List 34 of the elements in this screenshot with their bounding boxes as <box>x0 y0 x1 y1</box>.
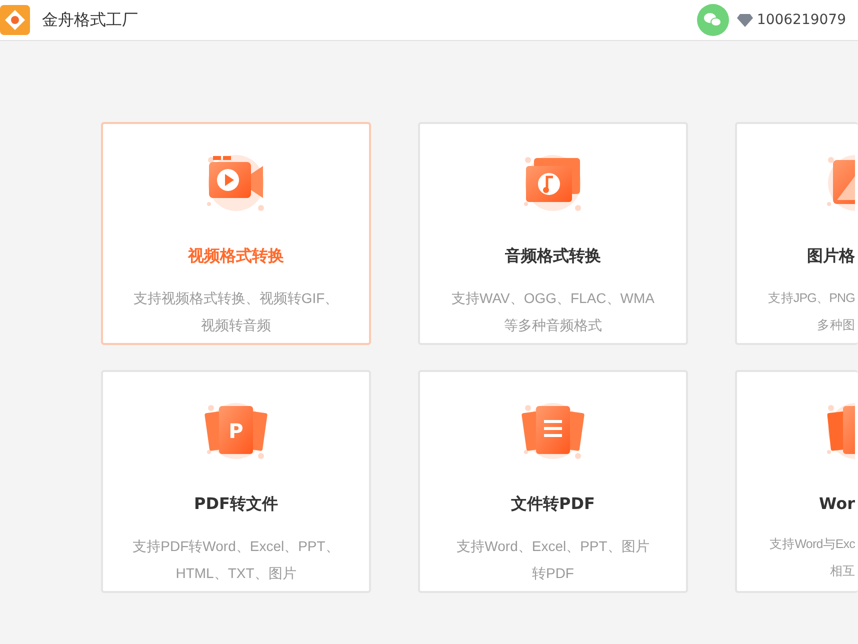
card-title: 文件转PDF <box>511 494 595 515</box>
card-description: 支持PDF转Word、Excel、PPT、 <box>132 537 340 556</box>
video-camera-icon <box>207 155 264 211</box>
feature-card[interactable]: P PDF转文件 支持PDF转Word、Excel、PPT、 HTML、TXT、图片 <box>101 370 371 593</box>
card-title: PDF转文件 <box>194 494 278 515</box>
card-description: 支持视频格式转换、视频转GIF、 <box>133 289 339 308</box>
feature-card[interactable]: 音频格式转换 支持WAV、OGG、FLAC、WMA 等多种音频格式 <box>418 122 688 345</box>
card-description: 视频转音频 <box>200 316 272 335</box>
card-title: Wor <box>819 494 855 513</box>
account-id: 1006219079 <box>756 12 846 28</box>
card-description: 等多种音频格式 <box>503 316 603 335</box>
card-description: 支持JPG、PNG <box>768 290 855 307</box>
card-title: 视频格式转换 <box>188 246 284 267</box>
wechat-icon[interactable] <box>696 4 729 36</box>
music-note-icon <box>524 155 581 211</box>
document-icon <box>827 403 855 459</box>
image-icon <box>827 155 855 211</box>
pdf-file-icon <box>204 403 268 459</box>
card-description: 支持Word、Excel、PPT、图片 <box>456 537 650 556</box>
card-description: 转PDF <box>530 564 575 583</box>
card-description: 多种图 <box>816 317 855 334</box>
icon-letter: P <box>228 419 244 443</box>
card-title: 音频格式转换 <box>505 246 601 267</box>
diamond-icon <box>736 13 753 27</box>
document-icon <box>521 403 585 459</box>
card-description: HTML、TXT、图片 <box>174 564 298 583</box>
feature-card[interactable]: 图片格 支持JPG、PNG 多种图 <box>735 122 858 345</box>
app-title: 金舟格式工厂 <box>42 10 139 30</box>
feature-card[interactable]: 文件转PDF 支持Word、Excel、PPT、图片 转PDF <box>418 370 688 593</box>
card-description: 支持WAV、OGG、FLAC、WMA <box>452 289 654 308</box>
card-title: 图片格 <box>807 246 855 267</box>
card-description: 相互 <box>828 563 855 580</box>
card-description: 支持Word与Exc <box>770 536 855 553</box>
feature-card[interactable]: Wor 支持Word与Exc 相互 <box>735 370 858 593</box>
